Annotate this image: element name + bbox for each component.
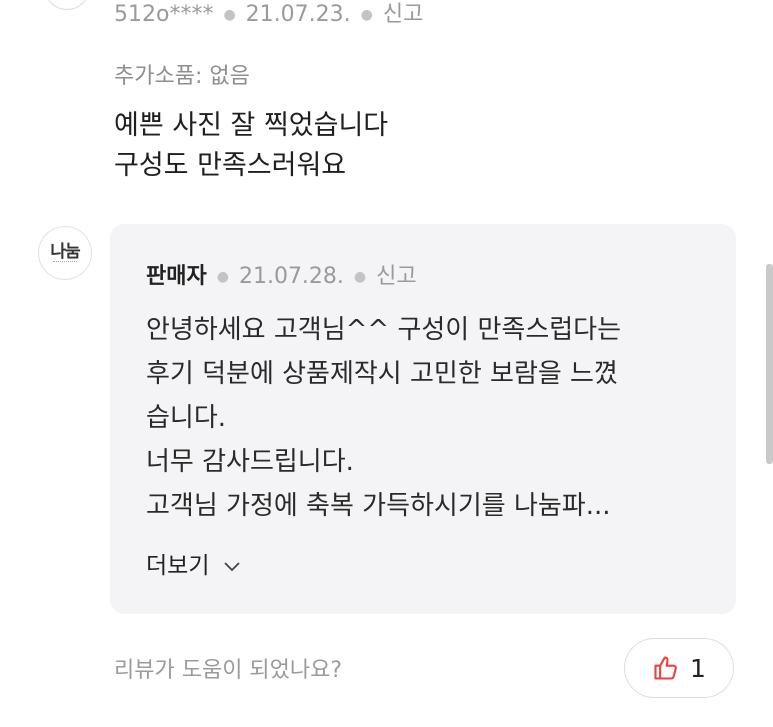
helpful-question: 리뷰가 도움이 되었나요? <box>114 658 343 683</box>
reviewer-avatar <box>44 0 90 10</box>
reply-body-line: 습니다. <box>146 403 227 433</box>
more-button-label: 더보기 <box>146 553 210 579</box>
reply-body-line: 너무 감사드립니다. <box>146 447 354 477</box>
seller-name: 판매자 <box>146 264 207 289</box>
review-body-line: 예쁜 사진 잘 찍었습니다 <box>114 110 389 141</box>
reply-body: 안녕하세요 고객님^^ 구성이 만족스럽다는 후기 덕분에 상품제작시 고민한 … <box>146 308 621 528</box>
review-author: 512o**** <box>114 2 214 27</box>
like-count: 1 <box>690 653 706 683</box>
reply-report-link[interactable]: 신고 <box>376 264 416 289</box>
review-option: 추가소품: 없음 <box>114 64 250 89</box>
dot-separator-icon: ● <box>223 7 236 23</box>
reply-date: 21.07.28. <box>238 264 344 289</box>
scrollbar[interactable] <box>766 264 773 464</box>
reply-body-line: 후기 덕분에 상품제작시 고민한 보람을 느꼈 <box>146 359 618 389</box>
review-meta: 512o**** ● 21.07.23. ● 신고 <box>114 0 423 28</box>
seller-logo-text: 나눔 <box>50 242 80 262</box>
dot-separator-icon: ● <box>216 269 229 285</box>
dot-separator-icon: ● <box>353 269 367 285</box>
seller-logo-divider <box>53 261 77 264</box>
chevron-down-icon <box>224 561 240 571</box>
review-body-line: 구성도 만족스러워요 <box>114 150 347 181</box>
dot-separator-icon: ● <box>360 7 373 23</box>
review-date: 21.07.23. <box>245 2 351 27</box>
seller-reply-box: 판매자 ● 21.07.28. ● 신고 안녕하세요 고객님^^ 구성이 만족스럽다는 … <box>110 224 736 614</box>
reply-body-line: 고객님 가정에 축복 가득하시기를 나눔파... <box>146 491 611 521</box>
more-button[interactable]: 더보기 <box>146 546 241 580</box>
like-button[interactable]: 1 <box>624 638 734 698</box>
reply-meta: 판매자 ● 21.07.28. ● 신고 <box>146 258 417 290</box>
review-report-link[interactable]: 신고 <box>383 2 423 27</box>
seller-avatar: 나눔 <box>38 226 92 280</box>
reply-body-line: 안녕하세요 고객님^^ 구성이 만족스럽다는 <box>146 315 622 345</box>
thumbs-up-icon <box>654 656 677 680</box>
review-body: 예쁜 사진 잘 찍었습니다 구성도 만족스러워요 <box>114 106 388 186</box>
